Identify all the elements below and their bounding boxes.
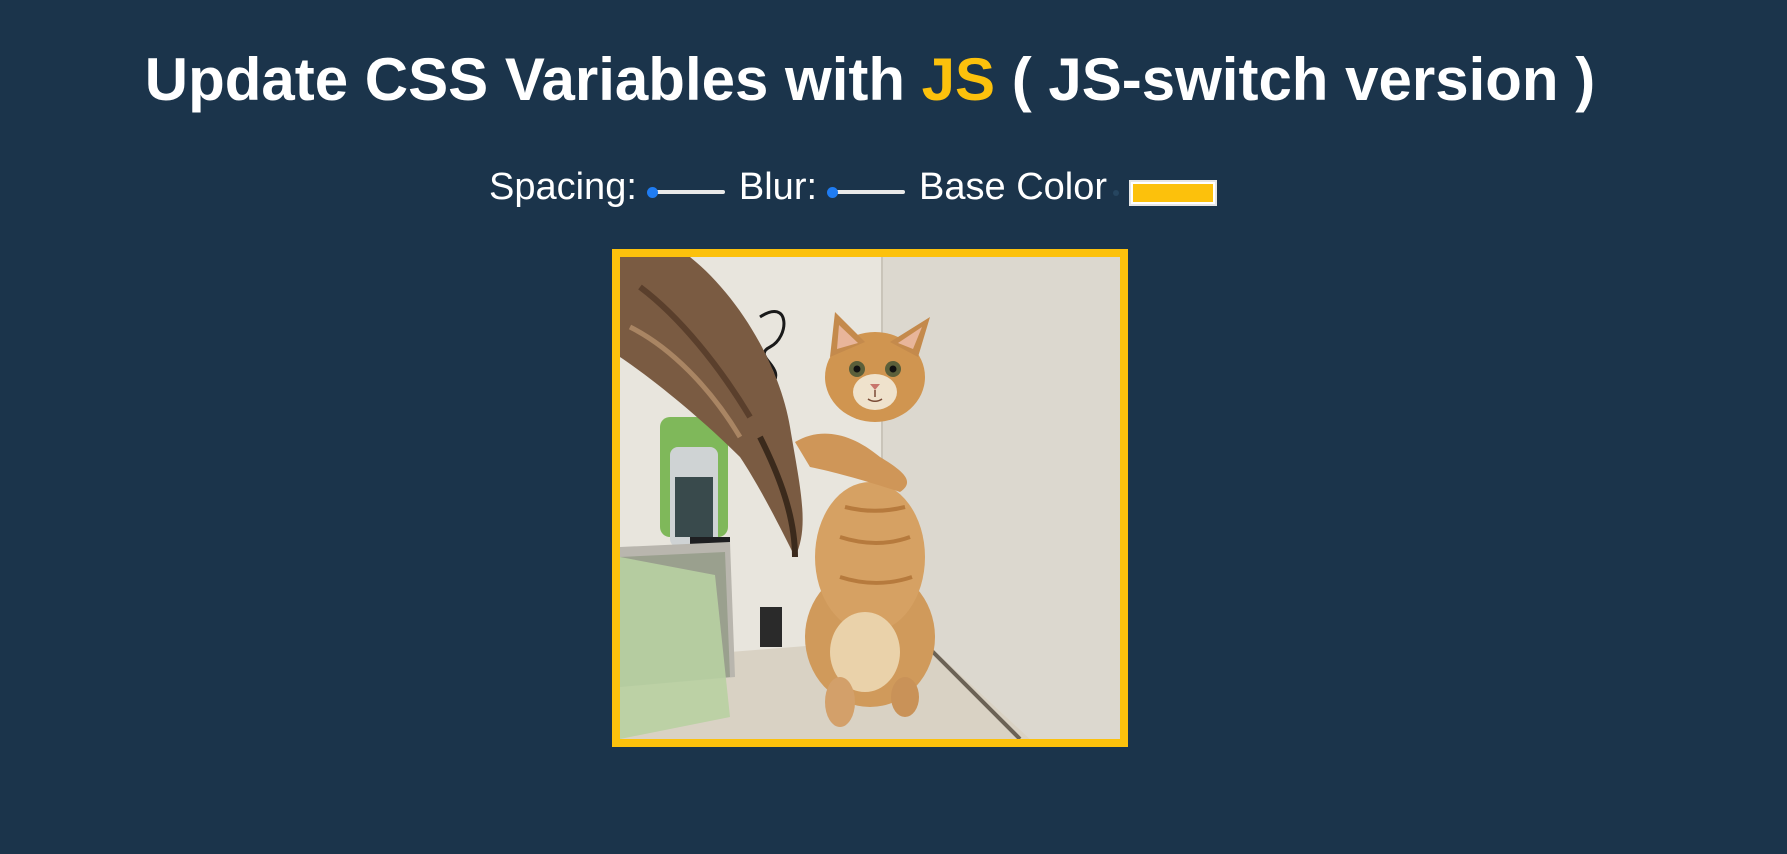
page-title: Update CSS Variables with JS ( JS-switch… <box>0 44 1740 116</box>
base-color-separator <box>1113 190 1120 196</box>
base-color-label: Base Color <box>919 165 1108 208</box>
title-suffix: ( JS-switch version ) <box>995 46 1596 113</box>
controls-bar: Spacing: Blur: Base Color <box>489 162 1218 212</box>
title-prefix: Update CSS Variables with <box>144 46 922 113</box>
spacing-slider-track <box>648 190 725 194</box>
title-highlight: JS <box>921 46 996 113</box>
base-color-swatch-fill <box>1133 184 1214 202</box>
blur-slider-thumb[interactable] <box>827 187 839 198</box>
blur-slider-track <box>829 190 906 194</box>
spacing-label: Spacing: <box>489 165 637 208</box>
blur-slider[interactable] <box>827 181 906 203</box>
spacing-slider-thumb[interactable] <box>646 187 658 198</box>
spacing-slider[interactable] <box>646 181 725 203</box>
image-frame <box>612 249 1128 747</box>
cat-photo <box>620 257 1120 739</box>
blur-label: Blur: <box>738 165 818 208</box>
base-color-picker[interactable] <box>1129 180 1218 206</box>
